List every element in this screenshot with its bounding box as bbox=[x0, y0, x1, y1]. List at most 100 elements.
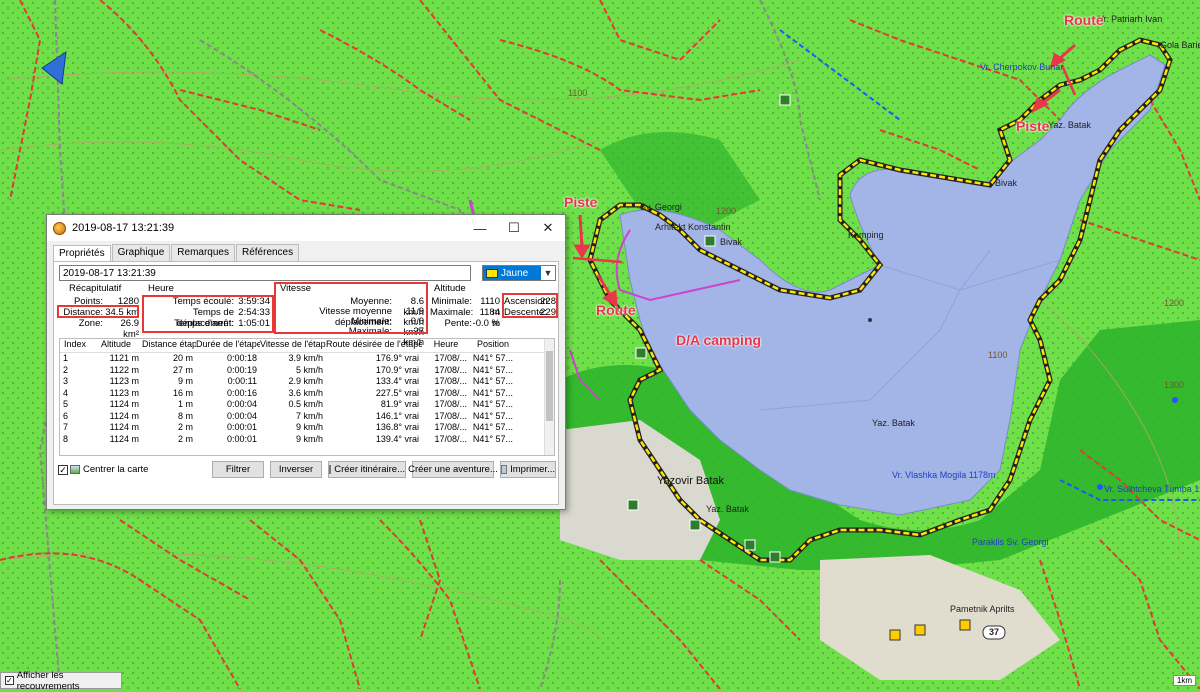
column-header[interactable]: Distance étape bbox=[142, 339, 196, 352]
tab-references[interactable]: Références bbox=[235, 244, 300, 261]
cell-time: 17/08/... bbox=[434, 353, 467, 363]
annotation-route: Route bbox=[1064, 12, 1104, 28]
cell-duration: 0:00:16 bbox=[226, 387, 257, 398]
cell-time: 17/08/... bbox=[434, 410, 467, 421]
map-label: Vr. Sulhtcheva Tumba 1224m bbox=[1104, 484, 1200, 494]
map-label: Kamping bbox=[848, 230, 884, 240]
print-label: Imprimer... bbox=[510, 464, 555, 475]
cell-distance: 27 m bbox=[172, 364, 193, 375]
cell-altitude: 1124 m bbox=[109, 410, 139, 421]
cell-altitude: 1124 m bbox=[109, 433, 139, 444]
cell-index: 5 bbox=[63, 399, 69, 409]
trackpoint-table[interactable]: Index Altitude Distance étape Durée de l… bbox=[59, 338, 555, 456]
map-label: Gola Bariera bbox=[1160, 40, 1200, 50]
tab-properties[interactable]: Propriétés bbox=[53, 245, 111, 262]
create-route-label: Créer itinéraire... bbox=[334, 464, 405, 475]
cell-distance: 20 m bbox=[172, 353, 193, 363]
column-header[interactable]: Altitude bbox=[90, 339, 142, 352]
cell-speed: 3.9 km/h bbox=[288, 353, 323, 363]
print-button[interactable]: Imprimer... bbox=[500, 461, 556, 478]
printer-icon bbox=[501, 465, 508, 474]
map-label: Bivak bbox=[995, 178, 1018, 188]
column-header[interactable]: Position bbox=[470, 339, 516, 352]
annotation-piste: Piste bbox=[564, 194, 598, 210]
cell-duration: 0:00:01 bbox=[226, 433, 257, 444]
minimize-icon[interactable]: — bbox=[463, 215, 497, 241]
slope-label: Pente: bbox=[444, 318, 472, 329]
cell-distance: 8 m bbox=[177, 410, 193, 421]
highlight-box bbox=[502, 293, 558, 318]
cell-index: 2 bbox=[63, 364, 69, 375]
elevation-label: 1100 bbox=[988, 350, 1008, 360]
close-icon[interactable]: ✕ bbox=[531, 215, 565, 241]
column-header[interactable]: Durée de l'étape bbox=[196, 339, 260, 352]
annotation-route: Route bbox=[596, 302, 636, 318]
annotation-piste: Piste bbox=[1016, 118, 1050, 134]
elevation-label: 1100 bbox=[568, 88, 588, 98]
group-title: Récapitulatif bbox=[69, 283, 122, 294]
table-row[interactable]: 8 1124 m 2 m 0:00:01 9 km/h 139.4° vrai … bbox=[60, 434, 554, 446]
cell-speed: 9 km/h bbox=[295, 433, 323, 444]
zone-value: 26.9 km² bbox=[120, 318, 140, 340]
filter-button[interactable]: Filtrer bbox=[212, 461, 264, 478]
tab-bar: Propriétés Graphique Remarques Référence… bbox=[47, 241, 565, 262]
cell-position: N41° 57... bbox=[472, 387, 513, 398]
cell-duration: 0:00:11 bbox=[227, 376, 257, 386]
column-header[interactable]: Vitesse de l'étape bbox=[260, 339, 326, 352]
table-row[interactable]: 4 1123 m 16 m 0:00:16 3.6 km/h 227.5° vr… bbox=[60, 388, 554, 400]
map-label: Arhitekt Konstantin bbox=[655, 222, 731, 232]
track-properties-window[interactable]: 2019-08-17 13:21:39 — ☐ ✕ Propriétés Gra… bbox=[46, 214, 566, 510]
map-label: Yaz. Batak bbox=[706, 504, 749, 514]
table-row[interactable]: 5 1124 m 1 m 0:00:04 0.5 km/h 81.9° vrai… bbox=[60, 399, 554, 411]
cell-position: N41° 57... bbox=[472, 353, 513, 363]
map-scale: 1km bbox=[1172, 675, 1196, 686]
scrollbar-thumb[interactable] bbox=[546, 351, 553, 421]
track-name-input[interactable] bbox=[59, 265, 471, 281]
table-row[interactable]: 3 1123 m 9 m 0:00:11 2.9 km/h 133.4° vra… bbox=[60, 376, 554, 388]
slope-value: -0.0 % bbox=[472, 318, 500, 329]
map-icon bbox=[70, 465, 80, 474]
tab-notes[interactable]: Remarques bbox=[171, 244, 235, 261]
checkbox-checked-icon[interactable]: ✓ bbox=[5, 676, 14, 685]
color-select[interactable]: Jaune ▼ bbox=[482, 265, 556, 281]
invert-button[interactable]: Inverser bbox=[270, 461, 322, 478]
elevation-label: 1200 bbox=[716, 206, 737, 216]
window-title: 2019-08-17 13:21:39 bbox=[72, 222, 175, 234]
table-row[interactable]: 2 1122 m 27 m 0:00:19 5 km/h 170.9° vrai… bbox=[60, 365, 554, 377]
cell-distance: 16 m bbox=[172, 387, 193, 398]
cell-speed: 3.6 km/h bbox=[288, 387, 323, 398]
cell-speed: 2.9 km/h bbox=[288, 376, 323, 386]
highlight-box bbox=[274, 282, 428, 334]
min-altitude-label: Minimale: bbox=[431, 296, 472, 307]
properties-panel: Jaune ▼ Récapitulatif Points: 1280 Dista… bbox=[53, 261, 559, 505]
cell-time: 17/08/... bbox=[434, 433, 467, 444]
overlays-toggle[interactable]: ✓ Afficher les recouvrements bbox=[0, 670, 122, 692]
create-route-button[interactable]: Créer itinéraire... bbox=[328, 461, 406, 478]
highlight-box bbox=[57, 305, 139, 318]
center-map-checkbox[interactable]: ✓ Centrer la carte bbox=[58, 464, 148, 475]
map-label: Yaz. Batak bbox=[872, 418, 915, 428]
table-row[interactable]: 7 1124 m 2 m 0:00:01 9 km/h 136.8° vrai … bbox=[60, 422, 554, 434]
highlight-box bbox=[142, 295, 274, 333]
table-row[interactable]: 6 1124 m 8 m 0:00:04 7 km/h 146.1° vrai … bbox=[60, 411, 554, 423]
table-row[interactable]: 1 1121 m 20 m 0:00:18 3.9 km/h 176.9° vr… bbox=[60, 353, 554, 365]
map-label: Bivak bbox=[720, 237, 743, 247]
map-label: Vr. Vlashka Mogila 1178m bbox=[892, 470, 996, 480]
cell-heading: 139.4° vrai bbox=[375, 433, 419, 444]
cell-heading: 136.8° vrai bbox=[375, 422, 419, 432]
tab-graph[interactable]: Graphique bbox=[111, 244, 171, 261]
window-titlebar[interactable]: 2019-08-17 13:21:39 — ☐ ✕ bbox=[47, 215, 565, 241]
cell-index: 8 bbox=[63, 433, 69, 444]
cell-time: 17/08/... bbox=[434, 387, 467, 398]
elevation-label: 1200 bbox=[1164, 298, 1185, 308]
checkbox-checked-icon[interactable]: ✓ bbox=[58, 464, 68, 475]
cell-position: N41° 57... bbox=[472, 376, 513, 386]
cell-distance: 2 m bbox=[177, 433, 193, 444]
create-adventure-button[interactable]: Créer une aventure... bbox=[408, 461, 498, 478]
column-header[interactable]: Heure bbox=[422, 339, 470, 352]
column-header[interactable]: Index bbox=[60, 339, 90, 352]
table-scrollbar[interactable] bbox=[544, 339, 554, 455]
column-header[interactable]: Route désirée de l'étape bbox=[326, 339, 422, 352]
color-select-label: Jaune bbox=[501, 267, 529, 279]
maximize-icon[interactable]: ☐ bbox=[497, 215, 531, 241]
